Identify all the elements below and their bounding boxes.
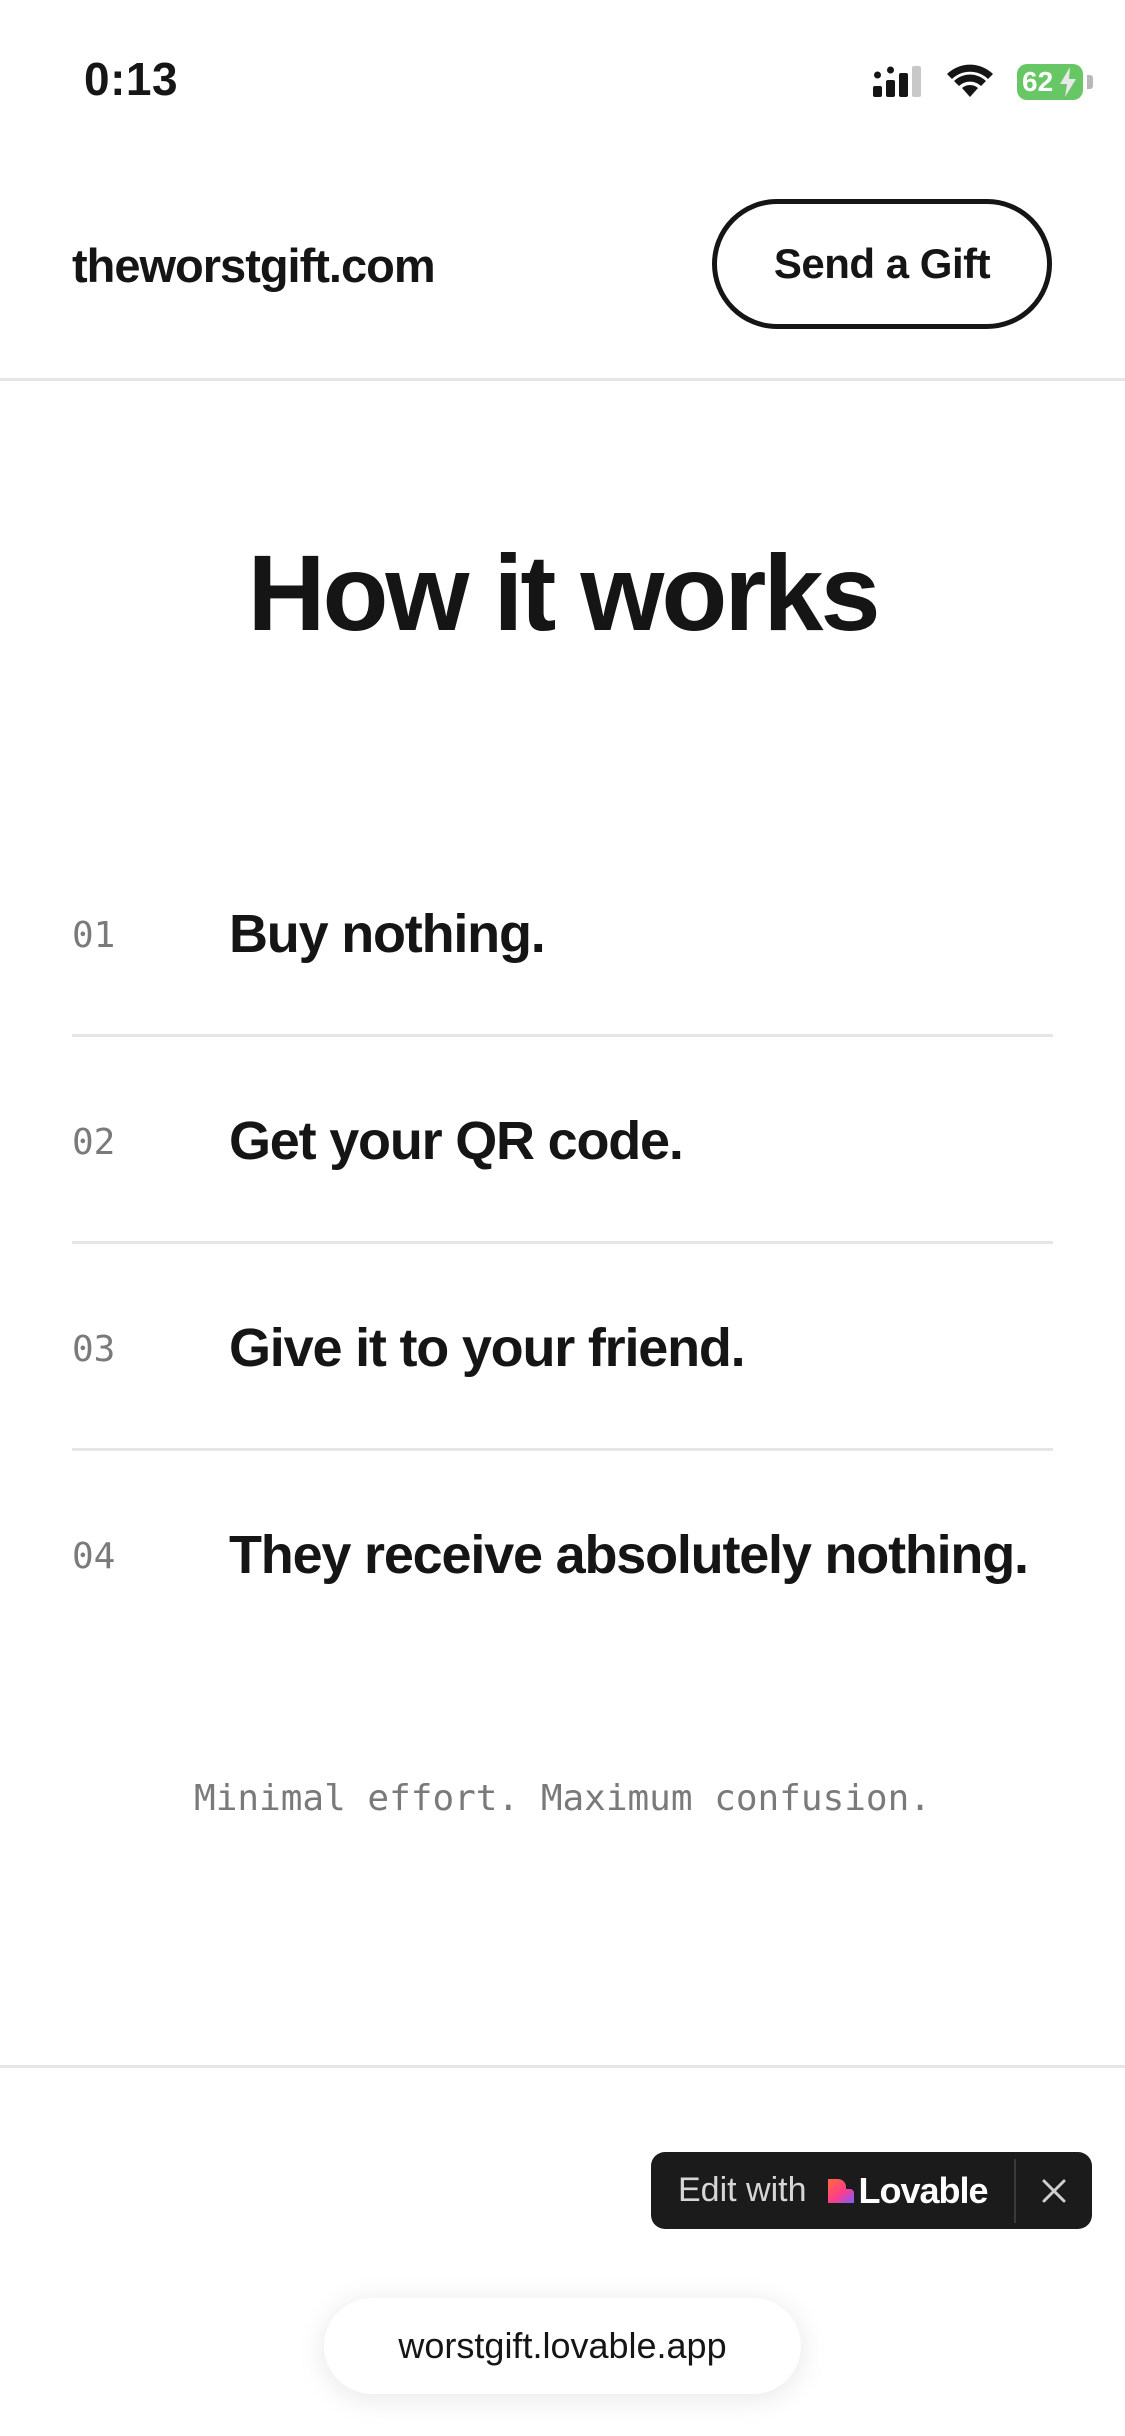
lovable-heart-icon [827, 2178, 854, 2203]
step-number: 01 [72, 915, 116, 956]
site-header: theworstgift.com Send a Gift [0, 160, 1125, 381]
steps-list: 01 Buy nothing. 02 Get your QR code. 03 … [72, 830, 1053, 1655]
list-item: 04 They receive absolutely nothing. [72, 1451, 1053, 1655]
page-title: How it works [247, 532, 880, 653]
charging-bolt-icon [1060, 67, 1076, 97]
step-text: They receive absolutely nothing. [229, 1525, 1029, 1585]
battery-level: 62 [1022, 66, 1054, 97]
step-text: Buy nothing. [229, 904, 546, 964]
lovable-badge: Edit with Lovable [651, 2152, 1092, 2229]
status-time: 0:13 [84, 53, 179, 105]
edit-with-lovable-button[interactable]: Edit with Lovable [651, 2152, 1014, 2229]
footer-divider [0, 2065, 1125, 2068]
send-gift-button[interactable]: Send a Gift [712, 199, 1052, 329]
lovable-brand: Lovable [858, 2169, 989, 2211]
step-number: 03 [72, 1329, 116, 1370]
close-badge-button[interactable] [1016, 2152, 1092, 2229]
list-item: 01 Buy nothing. [72, 830, 1053, 1037]
list-item: 02 Get your QR code. [72, 1037, 1053, 1244]
wifi-icon [947, 64, 993, 97]
site-logo[interactable]: theworstgift.com [72, 238, 436, 293]
browser-url-bar[interactable]: worstgift.lovable.app [324, 2298, 801, 2394]
edit-with-label: Edit with [678, 2171, 807, 2209]
cellular-signal-icon [873, 66, 921, 97]
close-icon [1042, 2179, 1066, 2202]
step-text: Get your QR code. [229, 1111, 684, 1171]
battery-icon: 62 [1017, 64, 1083, 100]
tagline: Minimal effort. Maximum confusion. [194, 1778, 931, 1819]
step-number: 02 [72, 1122, 116, 1163]
step-text: Give it to your friend. [229, 1318, 746, 1378]
status-icons: 62 [873, 60, 1093, 104]
list-item: 03 Give it to your friend. [72, 1244, 1053, 1451]
step-number: 04 [72, 1536, 116, 1577]
battery-tip [1087, 75, 1093, 89]
status-bar: 0:13 62 [0, 0, 1125, 160]
